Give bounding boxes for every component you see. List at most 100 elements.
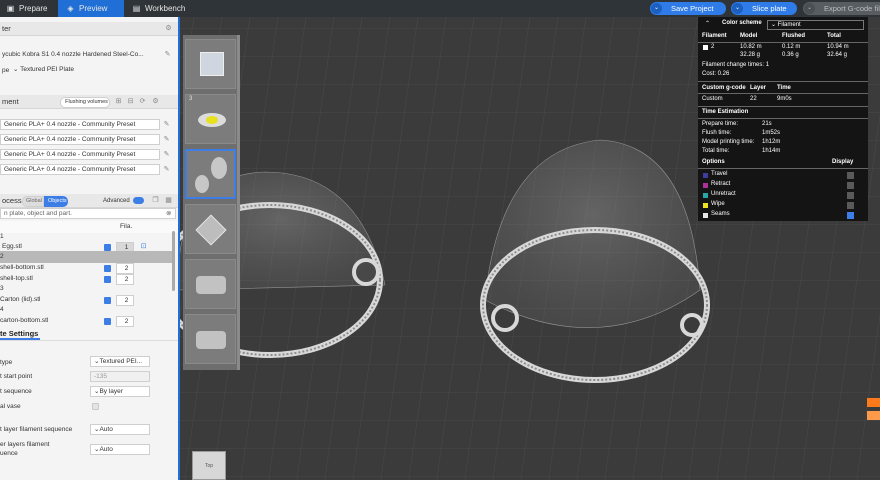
settings-icon[interactable]: ⚙: [165, 25, 172, 32]
plate-thumbnail[interactable]: [185, 314, 236, 364]
legend-header-total: Total: [827, 33, 841, 39]
custom-row-label: Custom: [702, 96, 723, 102]
slice-plate-button[interactable]: ⌄ Slice plate: [731, 2, 797, 15]
travel-checkbox[interactable]: [847, 172, 854, 179]
export-gcode-button[interactable]: ⌄ Export G-code fil: [803, 2, 880, 15]
egg-icon: [195, 175, 209, 193]
visibility-checkbox[interactable]: [104, 276, 111, 283]
seams-swatch: [703, 213, 708, 218]
custom-row-time: 9m0s: [777, 96, 792, 102]
sync-icon[interactable]: ⟳: [139, 98, 146, 105]
unretract-checkbox[interactable]: [847, 192, 854, 199]
tab-workbench[interactable]: ▤ Workbench: [128, 0, 198, 17]
egg-icon: [211, 157, 227, 179]
filament-2-label: Generic PLA+ 0.4 nozzle - Community Pres…: [4, 136, 136, 143]
flushing-volumes-button[interactable]: Flushing volumes: [60, 97, 110, 108]
plate-thumbnail[interactable]: 3: [185, 94, 236, 144]
divider: [698, 93, 868, 94]
clear-search-icon[interactable]: ⊗: [166, 209, 171, 218]
total-length: 10.94 m: [827, 44, 849, 50]
visibility-checkbox[interactable]: [104, 318, 111, 325]
unretract-swatch: [703, 193, 708, 198]
save-project-button[interactable]: ⌄ Save Project: [650, 2, 726, 15]
total-weight: 32.64 g: [827, 52, 848, 58]
slice-plate-label: Slice plate: [752, 4, 787, 13]
plate-thumbnail-selected[interactable]: [185, 149, 236, 199]
edit-icon[interactable]: ✎: [163, 136, 170, 143]
filament-index-field[interactable]: 2: [116, 316, 134, 327]
custom-gcode-header: Custom g-code: [702, 85, 746, 91]
filament-4-label: Generic PLA+ 0.4 nozzle - Community Pres…: [4, 166, 136, 173]
total-time-value: 1h14m: [762, 148, 781, 154]
plate-number: 1: [0, 233, 4, 240]
plate-thumbnail[interactable]: [185, 259, 236, 309]
visibility-checkbox[interactable]: [104, 297, 111, 304]
legend-header-filament: Filament: [702, 33, 727, 39]
filament-1-select[interactable]: Generic PLA+ 0.4 nozzle - Community Pres…: [0, 119, 160, 130]
first-layer-sequence-select[interactable]: ⌄Auto: [90, 424, 150, 435]
filament-3-select[interactable]: Generic PLA+ 0.4 nozzle - Community Pres…: [0, 149, 160, 160]
start-point-select[interactable]: -135: [90, 371, 150, 382]
visibility-checkbox[interactable]: [104, 265, 111, 272]
seams-checkbox[interactable]: [847, 212, 854, 219]
travel-swatch: [703, 173, 708, 178]
setting-label: t sequence: [0, 388, 32, 395]
add-filament-icon[interactable]: ⊞: [115, 98, 122, 105]
flushed-weight: 0.36 g: [782, 52, 799, 58]
edit-icon[interactable]: ✎: [163, 151, 170, 158]
workbench-icon: ▤: [132, 4, 141, 14]
panel-splitter[interactable]: [178, 17, 180, 480]
other-layers-sequence-select[interactable]: ⌄Auto: [90, 444, 150, 455]
layer-slider-handle[interactable]: [867, 398, 880, 407]
preview-icon: ◈: [67, 4, 74, 14]
plate-thumbnail[interactable]: [185, 204, 236, 254]
tab-preview[interactable]: ◈ Preview: [58, 0, 124, 17]
edit-icon[interactable]: ✎: [163, 166, 170, 173]
filament-settings-icon[interactable]: ⚙: [152, 98, 159, 105]
layer-slider-handle[interactable]: [867, 411, 880, 420]
visibility-checkbox[interactable]: [104, 244, 111, 251]
color-scheme-select[interactable]: ⌄ Filament: [767, 20, 864, 30]
object-list-scrollbar[interactable]: [172, 231, 175, 291]
advanced-switch[interactable]: [133, 197, 144, 204]
color-scheme-label: Color scheme: [722, 20, 762, 26]
object-search-input[interactable]: n plate, object and part. ⊗: [0, 208, 176, 219]
plate-thumbnail-number: 3: [189, 96, 193, 102]
global-toggle[interactable]: Global: [22, 196, 44, 207]
spiral-vase-checkbox[interactable]: [92, 403, 99, 410]
objects-toggle[interactable]: Objects: [44, 196, 68, 207]
plate-thumbnail[interactable]: [185, 39, 236, 89]
list-item[interactable]: carton-bottom.stl 2: [0, 315, 172, 327]
edit-icon[interactable]: ⊡: [140, 243, 147, 250]
printer-select[interactable]: ycubic Kobra S1 0.4 nozzle Hardened Stee…: [0, 49, 178, 61]
print-sequence-select[interactable]: ⌄By layer: [90, 386, 150, 397]
collapse-icon[interactable]: ⌃: [705, 20, 710, 27]
setting-label: uence: [0, 450, 18, 457]
box-icon: [195, 214, 227, 246]
view-cube[interactable]: Top: [192, 451, 226, 480]
flushed-length: 0.12 m: [782, 44, 801, 50]
edit-icon[interactable]: ✎: [163, 121, 170, 128]
save-icon[interactable]: ▦: [165, 197, 172, 204]
filament-4-select[interactable]: Generic PLA+ 0.4 nozzle - Community Pres…: [0, 164, 160, 175]
tab-prepare[interactable]: ▣ Prepare: [0, 0, 58, 17]
divider: [698, 106, 868, 107]
setting-value: Auto: [99, 426, 113, 433]
bed-type-select[interactable]: ⌄Textured PEI...: [90, 356, 150, 367]
retract-checkbox[interactable]: [847, 182, 854, 189]
setting-first-layer-filament-seq: t layer filament sequence: [0, 424, 178, 436]
filament-change-times: Filament change times: 1: [702, 62, 770, 68]
carton-icon: [196, 331, 226, 349]
edit-icon[interactable]: ✎: [164, 51, 171, 58]
copy-icon[interactable]: ❐: [152, 197, 159, 204]
view-cube-label: Top: [204, 463, 214, 469]
plate-number: 2: [0, 253, 4, 260]
object-name: Egg.stl: [2, 243, 22, 250]
cube-icon: ▣: [6, 4, 15, 14]
plate-type-select[interactable]: ⌄ Textured PEI Plate: [10, 65, 170, 76]
wipe-checkbox[interactable]: [847, 202, 854, 209]
model-time-value: 1h12m: [762, 139, 781, 145]
filament-2-select[interactable]: Generic PLA+ 0.4 nozzle - Community Pres…: [0, 134, 160, 145]
tab-plate-settings[interactable]: te Settings: [0, 329, 41, 340]
remove-filament-icon[interactable]: ⊟: [127, 98, 134, 105]
